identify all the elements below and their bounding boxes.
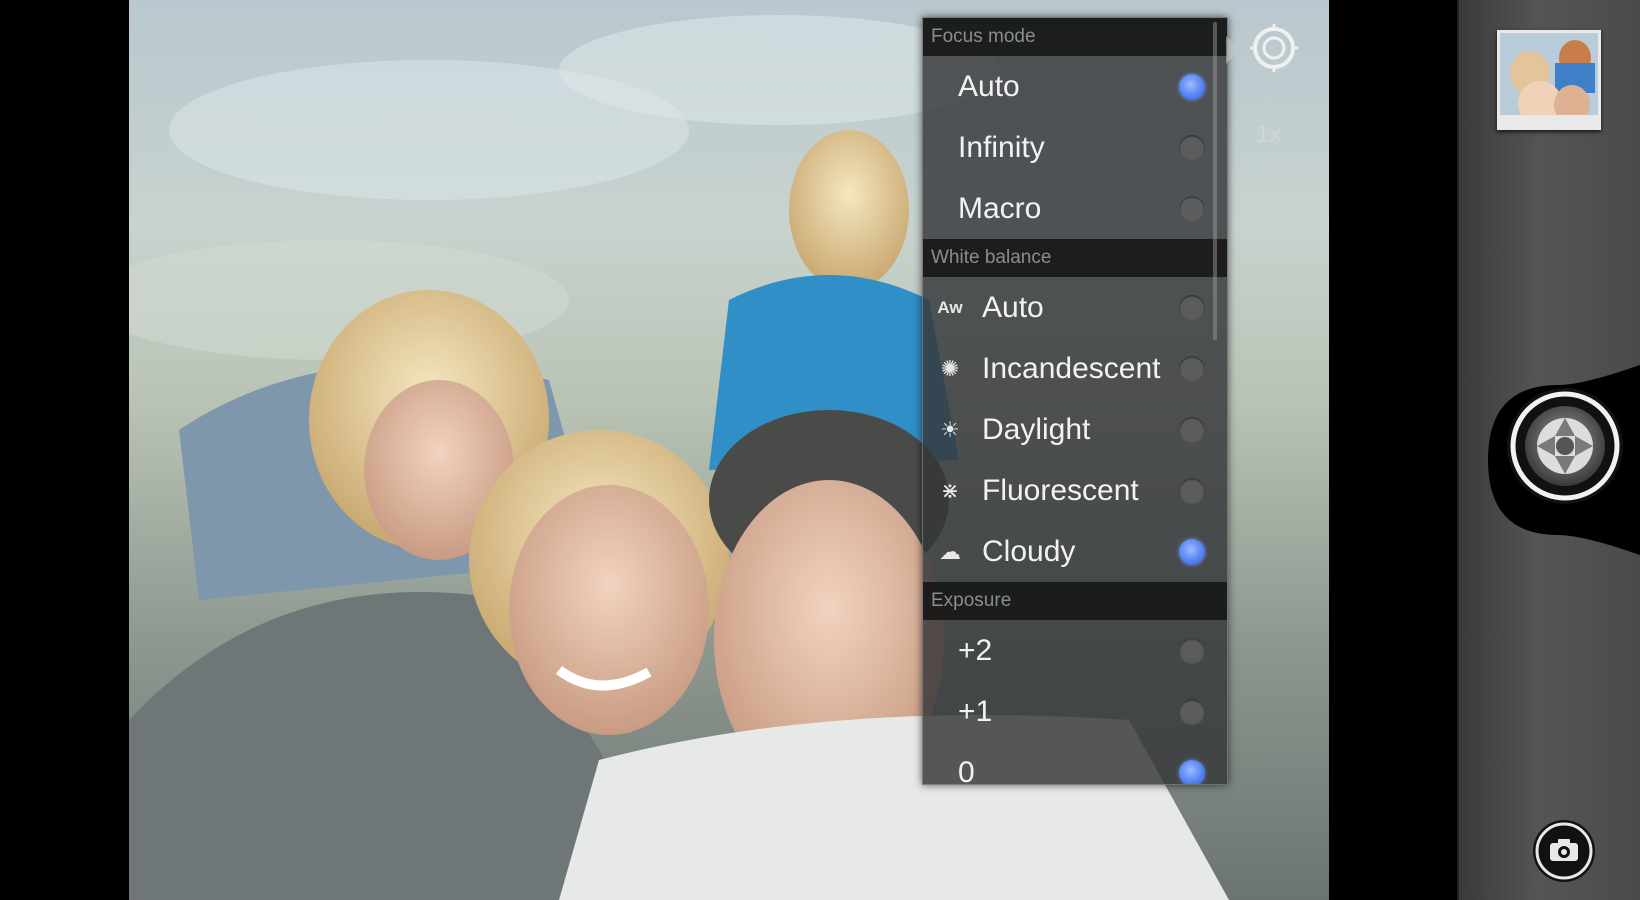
- zoom-level-label: 1x: [1256, 121, 1282, 148]
- popup-scrollbar[interactable]: [1213, 22, 1217, 340]
- option-label: +2: [958, 633, 993, 667]
- auto-wb-icon: Aw: [937, 297, 963, 317]
- option-label: Daylight: [982, 412, 1091, 446]
- popup-pointer-arrow: [1226, 36, 1240, 64]
- wb-option-fluorescent[interactable]: ⋇ Fluorescent: [923, 460, 1227, 521]
- radio-unselected[interactable]: [1179, 699, 1205, 725]
- radio-selected[interactable]: [1179, 760, 1205, 784]
- radio-unselected[interactable]: [1179, 638, 1205, 664]
- incandescent-icon: ✺: [940, 355, 960, 381]
- last-photo-thumbnail[interactable]: [1497, 30, 1601, 130]
- exposure-header: Exposure: [923, 582, 1227, 620]
- radio-unselected[interactable]: [1179, 417, 1205, 443]
- option-label: Auto: [958, 69, 1020, 103]
- radio-unselected[interactable]: [1179, 356, 1205, 382]
- wb-option-incandescent[interactable]: ✺ Incandescent: [923, 338, 1227, 399]
- option-label: Fluorescent: [982, 473, 1139, 507]
- radio-unselected[interactable]: [1179, 135, 1205, 161]
- settings-gear-button[interactable]: [1250, 24, 1298, 72]
- radio-selected[interactable]: [1179, 74, 1205, 100]
- shutter-button[interactable]: [1505, 386, 1625, 506]
- thumbnail-image: [1500, 33, 1598, 127]
- radio-selected[interactable]: [1179, 539, 1205, 565]
- option-label: Incandescent: [982, 351, 1161, 385]
- exposure-option-0[interactable]: 0: [923, 742, 1227, 785]
- daylight-icon: ☀: [940, 416, 960, 442]
- camera-settings-popup: Focus mode Auto Infinity Macro White bal…: [922, 17, 1228, 785]
- option-label: Auto: [982, 290, 1044, 324]
- switch-camera-icon: [1533, 820, 1595, 882]
- option-label: 0: [958, 755, 975, 785]
- focus-option-macro[interactable]: Macro: [923, 178, 1227, 239]
- wb-option-cloudy[interactable]: ☁ Cloudy: [923, 521, 1227, 582]
- focus-option-infinity[interactable]: Infinity: [923, 117, 1227, 178]
- focus-option-auto[interactable]: Auto: [923, 56, 1227, 117]
- radio-unselected[interactable]: [1179, 478, 1205, 504]
- option-label: Cloudy: [982, 534, 1076, 568]
- gear-icon: [1250, 24, 1298, 72]
- fluorescent-icon: ⋇: [940, 477, 960, 503]
- switch-camera-button[interactable]: [1531, 818, 1597, 884]
- wb-option-daylight[interactable]: ☀ Daylight: [923, 399, 1227, 460]
- focus-mode-header: Focus mode: [923, 18, 1227, 56]
- exposure-option-plus2[interactable]: +2: [923, 620, 1227, 681]
- white-balance-header: White balance: [923, 239, 1227, 277]
- option-label: Infinity: [958, 130, 1045, 164]
- shutter-aperture-icon: [1507, 388, 1623, 504]
- cloudy-icon: ☁: [939, 538, 961, 564]
- radio-unselected[interactable]: [1179, 196, 1205, 222]
- wb-option-auto[interactable]: Aw Auto: [923, 277, 1227, 338]
- radio-unselected[interactable]: [1179, 295, 1205, 321]
- option-label: Macro: [958, 191, 1042, 225]
- exposure-option-plus1[interactable]: +1: [923, 681, 1227, 742]
- option-label: +1: [958, 694, 993, 728]
